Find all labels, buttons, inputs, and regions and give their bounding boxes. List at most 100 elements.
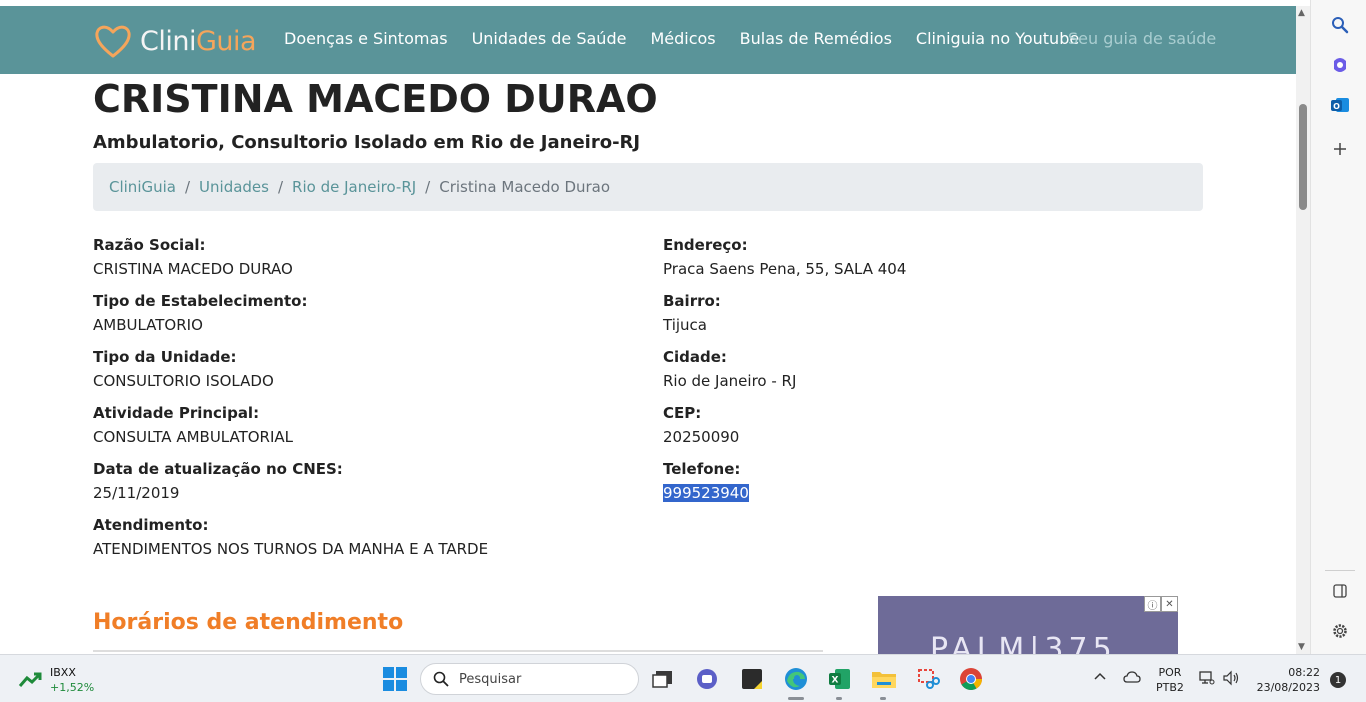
logo-text-part1: Clini <box>140 25 196 57</box>
scroll-thumb[interactable] <box>1299 104 1307 210</box>
edge-browser-icon[interactable] <box>782 665 810 693</box>
chrome-icon[interactable] <box>957 665 985 693</box>
field-label: Bairro: <box>663 292 721 310</box>
field-label: Tipo da Unidade: <box>93 348 237 366</box>
field-label: Razão Social: <box>93 236 206 254</box>
excel-icon[interactable]: X <box>826 665 854 693</box>
file-explorer-icon[interactable] <box>870 665 898 693</box>
edge-sidebar: O <box>1310 0 1366 654</box>
ad-controls: ⓘ ✕ <box>1144 596 1178 612</box>
section-title-horarios: Horários de atendimento <box>93 610 404 635</box>
field-tipo-unidade: Tipo da Unidade: CONSULTORIO ISOLADO <box>93 348 274 390</box>
windows-start-icon[interactable] <box>383 667 407 695</box>
browser-viewport: CliniGuia Doenças e Sintomas Unidades de… <box>0 0 1296 654</box>
nav-medicos[interactable]: Médicos <box>650 29 715 48</box>
field-label: Telefone: <box>663 460 741 478</box>
plus-icon[interactable] <box>1329 138 1351 160</box>
field-endereco: Endereço: Praca Saens Pena, 55, SALA 404 <box>663 236 906 278</box>
nav-unidades-saude[interactable]: Unidades de Saúde <box>472 29 627 48</box>
heart-logo-icon <box>95 25 131 58</box>
field-label: Atendimento: <box>93 516 209 534</box>
site-logo[interactable]: CliniGuia <box>94 21 257 61</box>
section-divider <box>93 650 823 652</box>
field-label: Atividade Principal: <box>93 404 260 422</box>
search-icon <box>433 671 449 687</box>
advertisement-banner[interactable]: PALM|375 ⓘ ✕ <box>878 596 1178 654</box>
breadcrumb-city[interactable]: Rio de Janeiro-RJ <box>292 178 416 196</box>
chevron-up-icon[interactable] <box>1093 671 1107 684</box>
field-value: CONSULTA AMBULATORIAL <box>93 428 294 446</box>
sidebar-divider <box>1325 570 1355 571</box>
stock-widget[interactable]: IBXX +1,52% <box>18 665 94 695</box>
field-label: Tipo de Estabelecimento: <box>93 292 308 310</box>
outlook-icon[interactable]: O <box>1329 94 1351 116</box>
nav-cliniguia-youtube[interactable]: Cliniguia no Youtube <box>916 29 1079 48</box>
task-view-icon[interactable] <box>649 665 677 693</box>
field-tipo-estabelecimento: Tipo de Estabelecimento: AMBULATORIO <box>93 292 307 334</box>
language-code: POR <box>1158 666 1182 679</box>
field-value: 20250090 <box>663 428 740 446</box>
explorer-running-indicator <box>880 697 886 700</box>
breadcrumb-unidades[interactable]: Unidades <box>199 178 269 196</box>
ad-close-icon[interactable]: ✕ <box>1161 596 1178 612</box>
notification-badge[interactable]: 1 <box>1330 672 1346 688</box>
field-label: Data de atualização no CNES: <box>93 460 343 478</box>
field-value: Tijuca <box>663 316 707 334</box>
search-icon[interactable] <box>1329 14 1351 36</box>
network-icon[interactable] <box>1199 670 1215 689</box>
scroll-up-arrow-icon[interactable]: ▲ <box>1298 8 1305 18</box>
breadcrumb-separator: / <box>184 178 191 196</box>
nav-doencas-sintomas[interactable]: Doenças e Sintomas <box>284 29 448 48</box>
scroll-down-arrow-icon[interactable]: ▼ <box>1298 642 1305 652</box>
system-clock[interactable]: 08:22 23/08/2023 <box>1254 665 1320 695</box>
field-value: Praca Saens Pena, 55, SALA 404 <box>663 260 907 278</box>
nav-links: Doenças e Sintomas Unidades de Saúde Méd… <box>284 29 1103 48</box>
stock-change: +1,52% <box>50 681 95 694</box>
nav-bulas-remedios[interactable]: Bulas de Remédios <box>740 29 892 48</box>
windows-taskbar: IBXX +1,52% Pesquisar X POR PTB2 08:22 2… <box>0 654 1366 702</box>
volume-icon[interactable] <box>1222 670 1240 689</box>
sidebar-toggle-icon[interactable] <box>1329 580 1351 602</box>
field-value: CONSULTORIO ISOLADO <box>93 372 274 390</box>
telefone-value-selected[interactable]: 999523940 <box>663 484 749 502</box>
field-label: Cidade: <box>663 348 727 366</box>
clock-date: 23/08/2023 <box>1256 681 1320 694</box>
site-navbar: CliniGuia Doenças e Sintomas Unidades de… <box>0 6 1296 74</box>
page-title: CRISTINA MACEDO DURAO <box>93 77 658 121</box>
breadcrumb-separator: / <box>277 178 284 196</box>
field-label: Endereço: <box>663 236 748 254</box>
svg-text:X: X <box>832 676 839 686</box>
field-value: CRISTINA MACEDO DURAO <box>93 260 293 278</box>
keyboard-layout: PTB2 <box>1156 681 1184 694</box>
copilot-icon[interactable] <box>1329 54 1351 76</box>
field-atividade-principal: Atividade Principal: CONSULTA AMBULATORI… <box>93 404 293 446</box>
page-scrollbar[interactable]: ▲ ▼ <box>1296 6 1310 654</box>
logo-text-part2: Guia <box>195 25 257 57</box>
field-value: ATENDIMENTOS NOS TURNOS DA MANHA E A TAR… <box>93 540 489 558</box>
ad-info-icon[interactable]: ⓘ <box>1144 596 1161 612</box>
field-value: AMBULATORIO <box>93 316 203 334</box>
onedrive-cloud-icon[interactable] <box>1123 671 1141 686</box>
sticky-notes-icon[interactable] <box>738 665 766 693</box>
taskbar-search[interactable]: Pesquisar <box>420 663 639 695</box>
breadcrumb-separator: / <box>425 178 431 196</box>
field-cidade: Cidade: Rio de Janeiro - RJ <box>663 348 796 390</box>
snipping-tool-icon[interactable] <box>914 665 942 693</box>
field-cep: CEP: 20250090 <box>663 404 739 446</box>
field-value: Rio de Janeiro - RJ <box>663 372 797 390</box>
field-label: CEP: <box>663 404 702 422</box>
breadcrumb-home[interactable]: CliniGuia <box>109 178 176 196</box>
clock-time: 08:22 <box>1288 666 1320 679</box>
teams-chat-icon[interactable] <box>693 665 721 693</box>
field-value: 25/11/2019 <box>93 484 180 502</box>
site-tagline: Seu guia de saúde <box>1068 29 1217 48</box>
taskbar-search-placeholder: Pesquisar <box>459 671 522 687</box>
logo-text: CliniGuia <box>140 25 257 57</box>
field-razao-social: Razão Social: CRISTINA MACEDO DURAO <box>93 236 293 278</box>
field-bairro: Bairro: Tijuca <box>663 292 721 334</box>
stock-name: IBXX <box>50 666 76 679</box>
field-telefone: Telefone: 999523940 <box>663 460 749 502</box>
keyboard-language[interactable]: POR PTB2 <box>1156 665 1184 695</box>
page-subtitle: Ambulatorio, Consultorio Isolado em Rio … <box>93 132 641 153</box>
gear-icon[interactable] <box>1329 620 1351 642</box>
